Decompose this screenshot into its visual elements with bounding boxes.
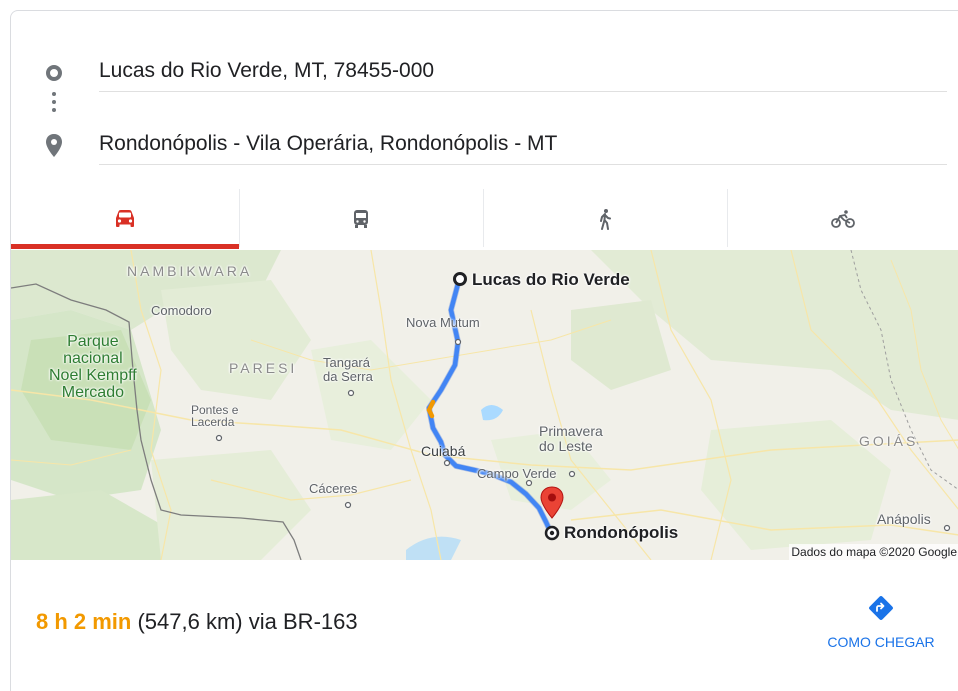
tab-walking[interactable]	[483, 189, 727, 249]
origin-circle-icon	[43, 51, 65, 95]
transit-icon	[354, 210, 368, 228]
walking-icon	[600, 209, 611, 230]
map-place-label: Tangará da Serra	[323, 355, 373, 384]
destination-field[interactable]: Rondonópolis - Vila Operária, Rondonópol…	[99, 124, 947, 165]
map-place-label: Pontes e Lacerda	[191, 403, 239, 429]
destination-row[interactable]: Rondonópolis - Vila Operária, Rondonópol…	[11, 124, 958, 168]
route-dots	[52, 92, 56, 116]
map-place-label: Nova Mutum	[406, 315, 480, 330]
route-duration: 8 h 2 min	[36, 609, 132, 634]
route-map[interactable]: NAMBIKWARA PARESI GOIÁS Parque nacional …	[11, 250, 958, 560]
map-place-label: Anápolis	[877, 511, 931, 527]
destination-map-label: Rondonópolis	[564, 523, 679, 542]
map-region-label: GOIÁS	[859, 433, 919, 449]
map-attribution[interactable]: Dados do mapa ©2020 Google	[789, 544, 958, 560]
map-place-label: Primavera do Leste	[539, 423, 603, 454]
tab-driving[interactable]	[11, 189, 239, 249]
route-distance: (547,6 km)	[137, 609, 243, 634]
directions-icon	[869, 596, 893, 620]
map-place-label: Cáceres	[309, 481, 358, 496]
map-place-label: Campo Verde	[477, 466, 557, 481]
tab-transit[interactable]	[239, 189, 483, 249]
origin-marker[interactable]	[453, 272, 467, 286]
car-icon	[116, 210, 134, 227]
travel-mode-tabs	[11, 189, 958, 249]
origin-map-label: Lucas do Rio Verde	[472, 270, 630, 289]
route-via: via BR-163	[248, 609, 358, 634]
origin-row[interactable]: Lucas do Rio Verde, MT, 78455-000	[11, 51, 958, 95]
directions-label: COMO CHEGAR	[827, 634, 935, 650]
map-place-label: Comodoro	[151, 303, 212, 318]
map-region-label: PARESI	[229, 360, 298, 376]
destination-target-icon	[544, 525, 560, 541]
directions-button[interactable]: COMO CHEGAR	[811, 595, 951, 650]
origin-field[interactable]: Lucas do Rio Verde, MT, 78455-000	[99, 51, 947, 92]
map-region-label: NAMBIKWARA	[127, 263, 253, 279]
destination-pin-icon	[43, 124, 65, 168]
destination-pin-marker[interactable]	[539, 486, 565, 520]
map-base	[11, 250, 958, 560]
route-summary: 8 h 2 min (547,6 km) via BR-163	[36, 609, 358, 635]
bicycle-icon	[831, 210, 855, 228]
map-place-label: Cuiabá	[421, 443, 466, 459]
directions-card: Lucas do Rio Verde, MT, 78455-000 Rondon…	[10, 10, 958, 691]
tab-cycling[interactable]	[727, 189, 958, 249]
map-park-label: Parque nacional Noel Kempff Mercado	[49, 333, 137, 401]
